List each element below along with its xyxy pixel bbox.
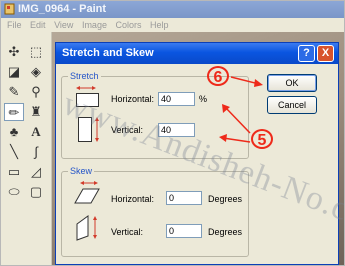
step-marker-5: 5	[251, 129, 273, 149]
paint-window: IMG_0964 - Paint File Edit View Image Co…	[0, 0, 345, 266]
step-marker-6: 6	[207, 66, 229, 86]
arrow-to-vertical-field	[222, 137, 251, 143]
arrow-to-horizontal-field	[224, 106, 251, 134]
annotation-arrows	[219, 76, 263, 143]
